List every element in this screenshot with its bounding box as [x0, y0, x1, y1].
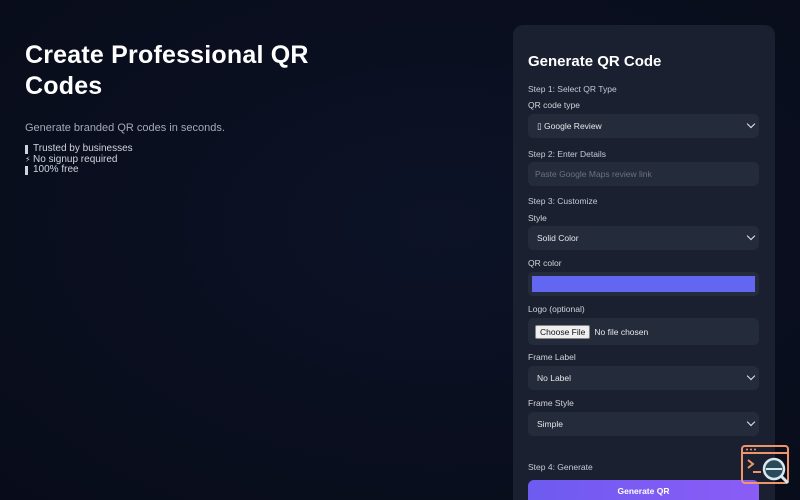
panel-title: Generate QR Code	[528, 53, 662, 70]
qr-color-label: QR color	[528, 258, 562, 268]
hero-subtitle: Generate branded QR codes in seconds.	[25, 122, 225, 134]
qr-type-label: QR code type	[528, 100, 580, 110]
hero-section: Create Professional QR Codes Generate br…	[25, 40, 365, 176]
choose-file-button[interactable]: Choose File	[535, 324, 591, 339]
step-2-label: Step 2: Enter Details	[528, 149, 606, 159]
hero-title: Create Professional QR Codes	[25, 41, 309, 100]
file-status: No file chosen	[594, 326, 649, 337]
frame-style-value: Simple	[537, 419, 563, 429]
qr-type-select[interactable]: ▯ Google Review	[528, 114, 759, 138]
chevron-down-icon	[746, 231, 756, 241]
feature-label: Trusted by businesses	[33, 143, 133, 154]
chat-assistant-icon[interactable]	[741, 445, 791, 487]
frame-style-label: Frame Style	[528, 398, 574, 408]
feature-list: Trusted by businesses ⚡ No signup requir…	[25, 143, 365, 176]
step-4-label: Step 4: Generate	[528, 462, 593, 472]
chevron-down-icon	[746, 371, 756, 381]
frame-style-select[interactable]: Simple	[528, 412, 759, 436]
feature-item: 100% free	[25, 164, 365, 176]
qr-color-swatch	[532, 276, 755, 292]
generate-button[interactable]: Generate QR	[528, 480, 759, 500]
chevron-down-icon	[746, 119, 756, 129]
details-placeholder: Paste Google Maps review link	[535, 169, 652, 179]
style-label: Style	[528, 213, 547, 223]
chevron-down-icon	[746, 417, 756, 427]
generator-panel: Generate QR Code Step 1: Select QR Type …	[513, 25, 775, 500]
qr-type-value: ▯ Google Review	[537, 120, 602, 131]
frame-label-value: No Label	[537, 373, 572, 383]
logo-file-input[interactable]: Choose File No file chosen	[528, 318, 759, 345]
bar-icon	[25, 165, 28, 175]
details-input[interactable]: Paste Google Maps review link	[528, 162, 759, 186]
step-3-label: Step 3: Customize	[528, 196, 598, 206]
qr-color-picker[interactable]	[528, 272, 759, 296]
logo-label: Logo (optional)	[528, 304, 585, 314]
frame-label-select[interactable]: No Label	[528, 366, 759, 390]
step-1-label: Step 1: Select QR Type	[528, 84, 617, 94]
feature-item: Trusted by businesses	[25, 143, 365, 155]
lightning-icon: ⚡	[25, 154, 31, 164]
frame-label-label: Frame Label	[528, 352, 576, 362]
feature-label: 100% free	[33, 164, 79, 175]
bar-icon	[25, 144, 28, 154]
style-value: Solid Color	[537, 233, 579, 243]
style-select[interactable]: Solid Color	[528, 226, 759, 250]
